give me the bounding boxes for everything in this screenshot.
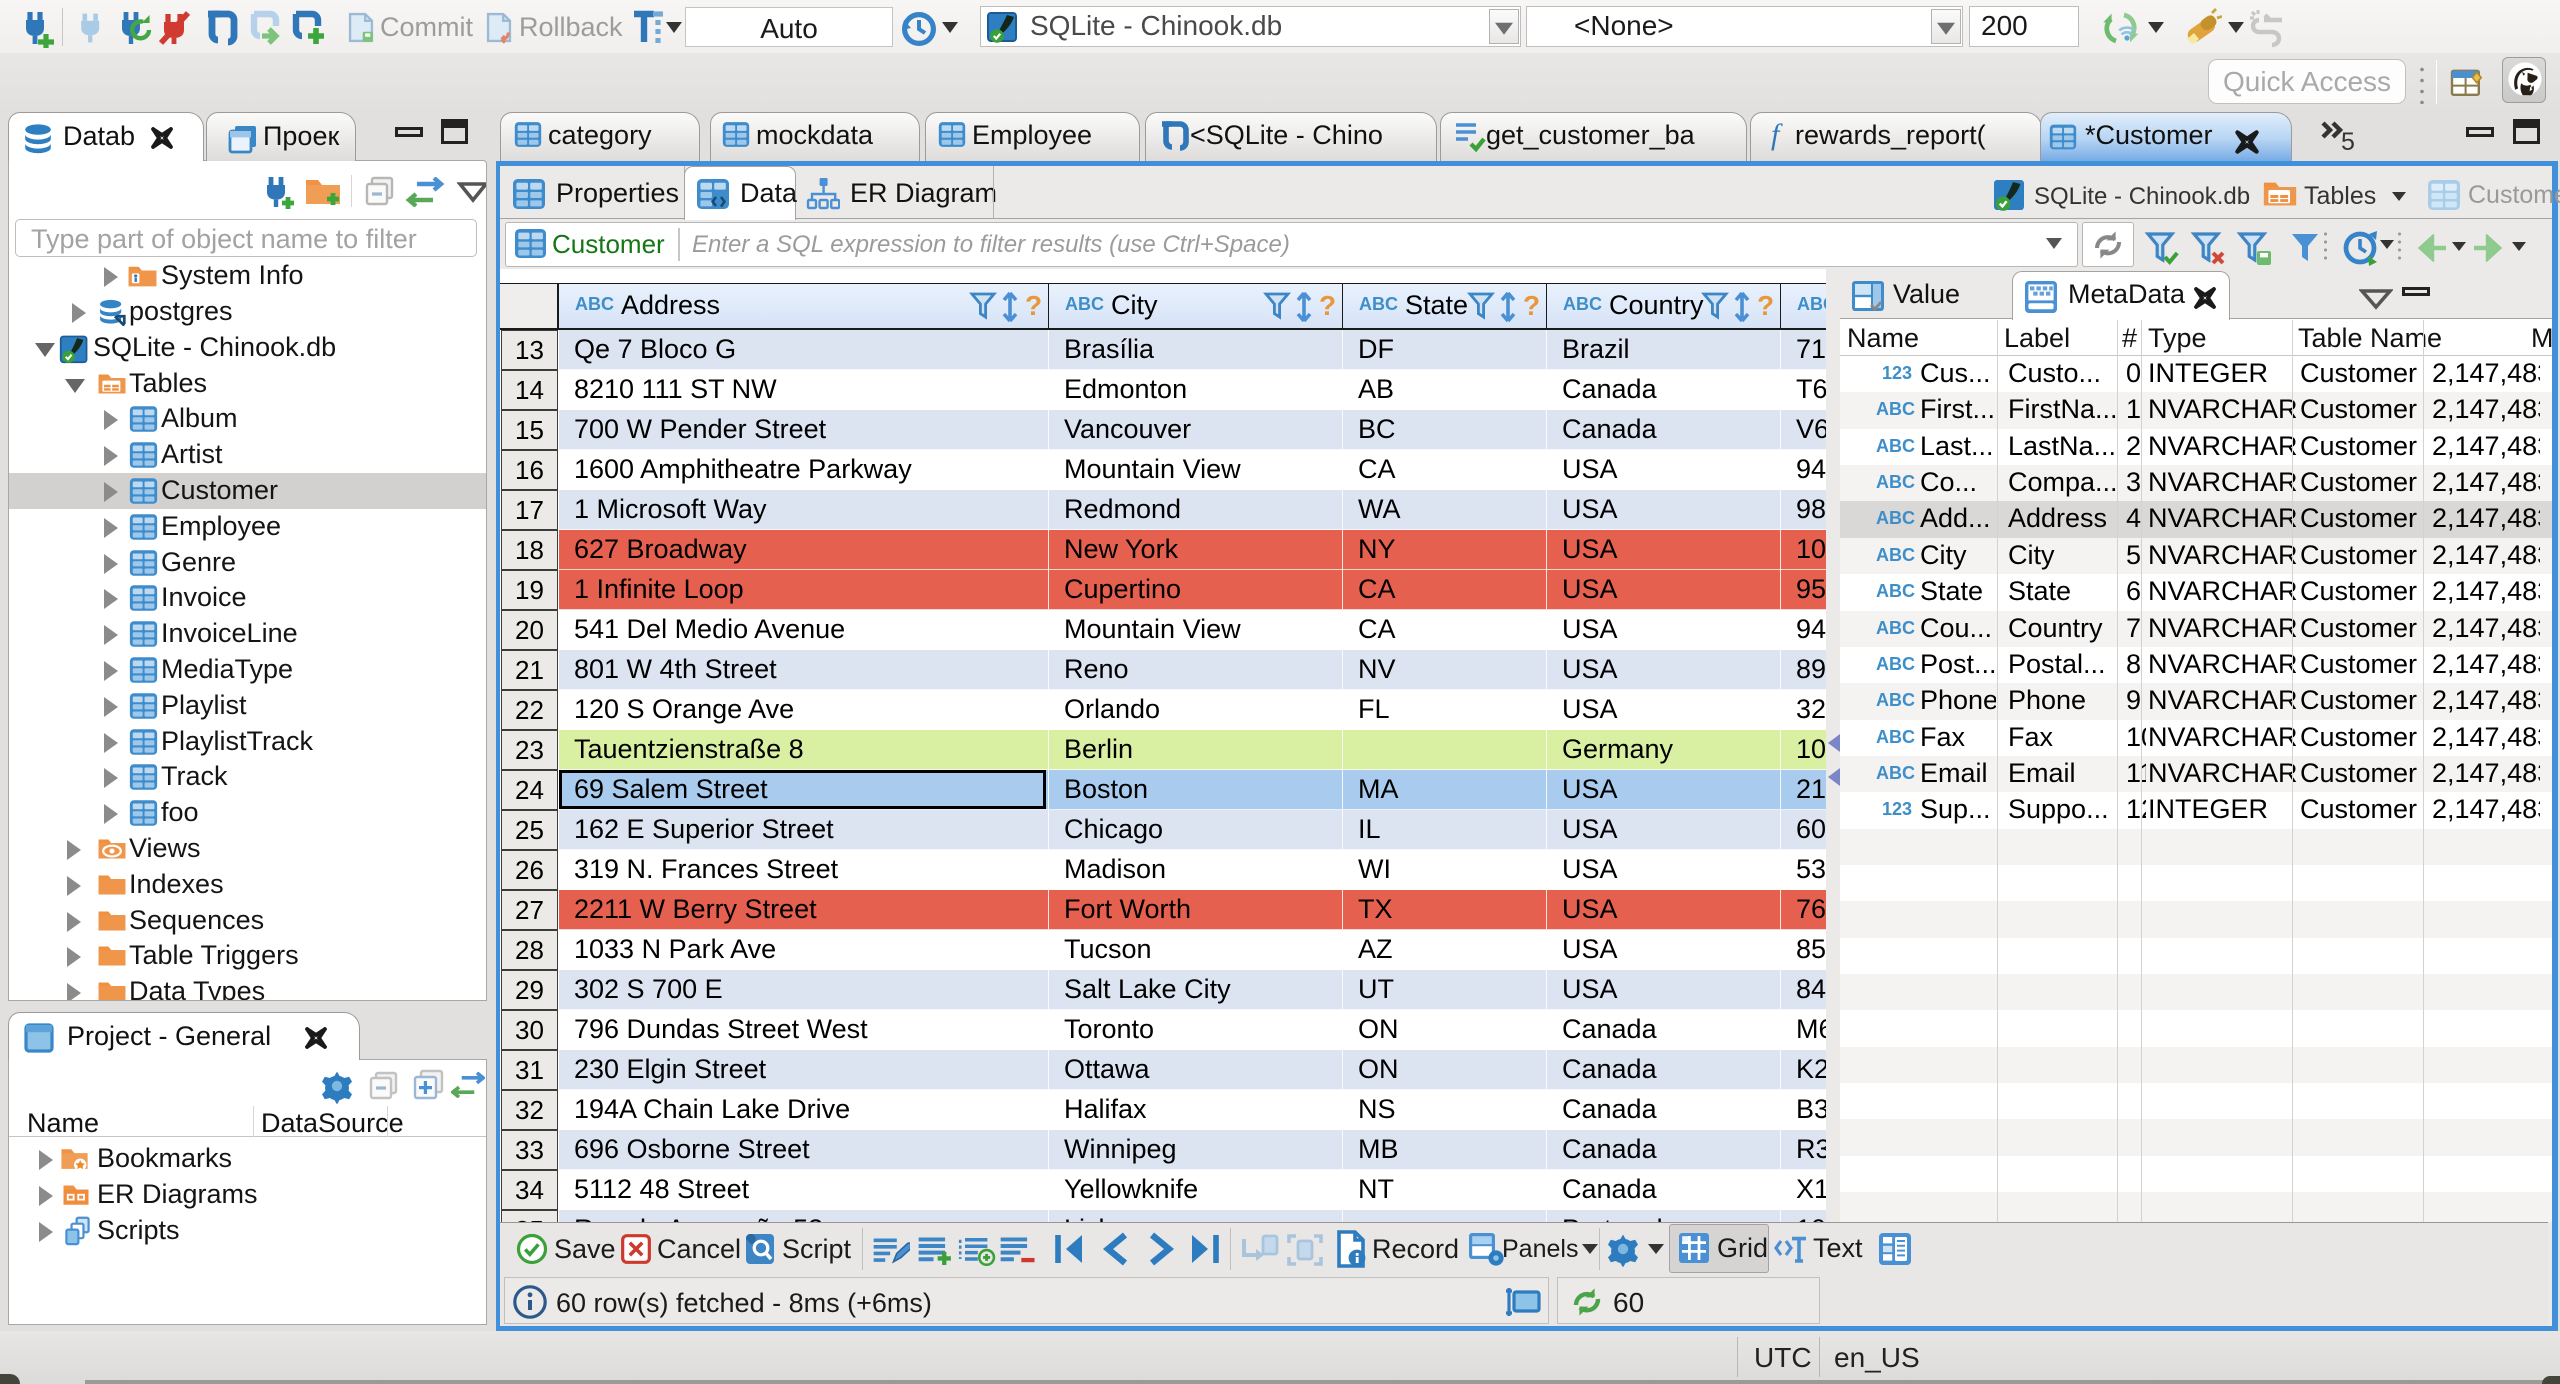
svg-text:f: f xyxy=(1771,118,1783,151)
